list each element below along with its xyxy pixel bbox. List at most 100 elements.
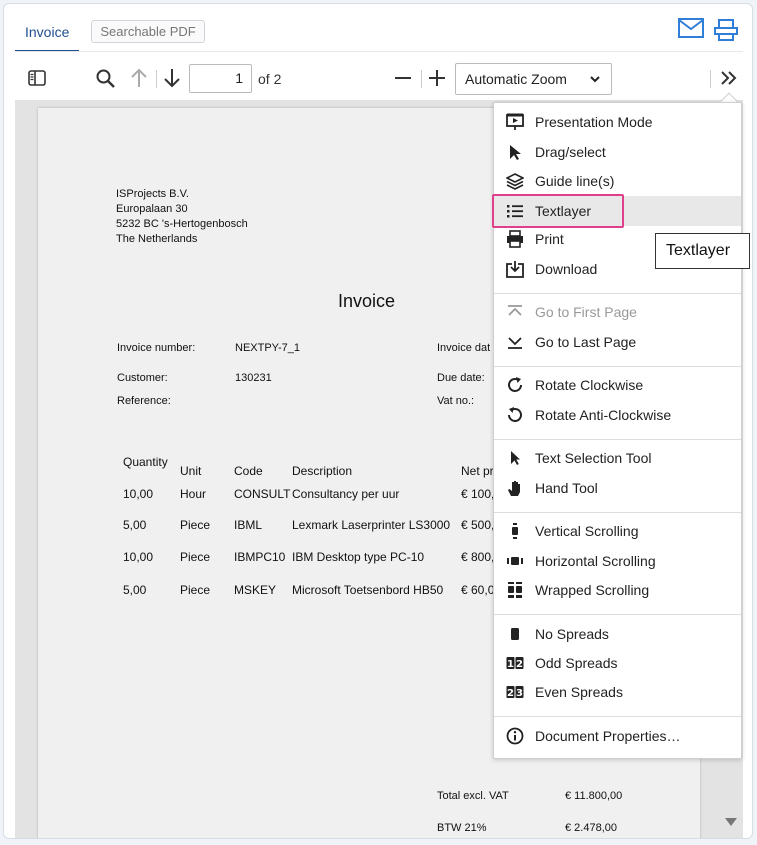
menu-item-label: Vertical Scrolling	[535, 523, 639, 539]
sender-line: The Netherlands	[116, 233, 198, 245]
menu-item-label: Drag/select	[535, 144, 606, 160]
table-header: Code	[234, 464, 263, 478]
zoom-select-value: Automatic Zoom	[465, 71, 567, 87]
zoom-in-button[interactable]	[423, 60, 451, 96]
menu-item-guide-lines[interactable]: Guide line(s)	[494, 166, 741, 196]
menu-separator	[494, 439, 741, 440]
table-cell: MSKEY	[234, 583, 277, 597]
rotate-ccw-icon	[508, 407, 522, 422]
due-date-label: Due date:	[437, 372, 485, 384]
menu-separator	[494, 293, 741, 294]
tab-bar: Invoice Searchable PDF	[15, 18, 205, 52]
table-cell: € 100,	[461, 487, 495, 501]
menu-item-vertical-scrolling[interactable]: Vertical Scrolling	[494, 516, 741, 546]
menu-separator	[494, 614, 741, 615]
page-number-input[interactable]: 1	[189, 64, 252, 93]
viewer-toolbar: 1 of 2 Automatic Zoom	[15, 60, 743, 100]
menu-item-label: Presentation Mode	[535, 114, 653, 130]
table-cell: IBMPC10	[234, 550, 286, 564]
vertical-scroll-icon	[512, 523, 518, 539]
menu-item-label: No Spreads	[535, 626, 609, 642]
table-header: Description	[292, 464, 353, 478]
double-chevron-right-icon	[721, 71, 737, 85]
menu-item-label: Hand Tool	[535, 480, 598, 496]
toolbar-separator	[421, 70, 422, 88]
menu-item-text-selection-tool[interactable]: Text Selection Tool	[494, 443, 741, 473]
menu-item-drag-select[interactable]: Drag/select	[494, 137, 741, 167]
mail-icon[interactable]	[678, 18, 704, 42]
menu-item-rotate-ccw[interactable]: Rotate Anti-Clockwise	[494, 400, 741, 430]
cursor-icon	[510, 145, 521, 160]
table-cell: 10,00	[123, 550, 154, 564]
print-layout-icon[interactable]	[714, 18, 738, 42]
pdf-viewer-panel: Invoice Searchable PDF 1 of 2 Automatic …	[3, 3, 753, 839]
cursor-icon	[511, 451, 520, 465]
menu-item-last-page[interactable]: Go to Last Page	[494, 327, 741, 357]
menu-item-label: Go to Last Page	[535, 334, 637, 350]
menu-separator	[494, 366, 741, 367]
menu-item-label: Go to First Page	[535, 304, 637, 320]
toolbar-separator	[156, 70, 157, 88]
total-excl-vat-value: € 11.800,00	[565, 790, 623, 802]
zoom-select[interactable]: Automatic Zoom	[455, 63, 612, 95]
menu-item-even-spreads[interactable]: 23 Even Spreads	[494, 677, 741, 707]
menu-item-horizontal-scrolling[interactable]: Horizontal Scrolling	[494, 546, 741, 576]
table-header: Quantity	[123, 455, 168, 469]
menu-item-first-page[interactable]: Go to First Page	[494, 297, 741, 327]
vat-label: Vat no.:	[437, 395, 475, 407]
menu-item-odd-spreads[interactable]: 12 Odd Spreads	[494, 648, 741, 678]
hand-icon	[508, 481, 520, 496]
sidebar-toggle-button[interactable]	[23, 60, 51, 96]
menu-item-document-properties[interactable]: Document Properties…	[494, 721, 741, 751]
sidebar-icon	[28, 70, 46, 86]
tools-menu-button[interactable]	[715, 60, 743, 96]
tooltip: Textlayer	[655, 233, 750, 269]
next-page-button[interactable]	[158, 60, 186, 96]
zoom-out-button[interactable]	[389, 60, 417, 96]
menu-item-label: Guide line(s)	[535, 173, 615, 189]
tab-invoice[interactable]: Invoice	[15, 18, 80, 52]
previous-page-button[interactable]	[125, 60, 153, 96]
textlayer-highlight-box	[492, 194, 624, 228]
table-header: Net pr	[461, 464, 494, 478]
arrow-down-icon	[164, 69, 180, 88]
sender-line: 5232 BC 's-Hertogenbosch	[116, 218, 248, 230]
menu-item-label: Even Spreads	[535, 684, 623, 700]
menu-separator	[494, 512, 741, 513]
menu-item-label: Horizontal Scrolling	[535, 553, 656, 569]
tab-searchable-pdf[interactable]: Searchable PDF	[91, 20, 205, 43]
rotate-cw-icon	[508, 377, 522, 392]
table-cell: 5,00	[123, 518, 147, 532]
table-header: Unit	[180, 464, 202, 478]
menu-item-hand-tool[interactable]: Hand Tool	[494, 473, 741, 503]
svg-text:3: 3	[516, 688, 523, 699]
table-cell: 10,00	[123, 487, 154, 501]
scroll-down-arrow[interactable]	[725, 818, 737, 826]
last-page-icon	[508, 337, 522, 349]
sender-line: Europalaan 30	[116, 203, 188, 215]
download-icon	[506, 261, 524, 278]
plus-icon	[429, 70, 445, 86]
table-cell: IBML	[234, 518, 263, 532]
menu-item-presentation-mode[interactable]: Presentation Mode	[494, 107, 741, 137]
find-button[interactable]	[91, 60, 119, 96]
table-cell: Microsoft Toetsenbord HB50	[292, 583, 444, 597]
menu-item-wrapped-scrolling[interactable]: Wrapped Scrolling	[494, 575, 741, 605]
arrow-up-icon	[131, 68, 147, 87]
odd-spreads-icon: 12	[506, 657, 524, 670]
invoice-number-label: Invoice number:	[117, 342, 196, 354]
info-icon	[506, 727, 524, 745]
table-cell: 5,00	[123, 583, 147, 597]
table-cell: IBM Desktop type PC-10	[292, 550, 425, 564]
vat-amount-label: BTW 21%	[437, 822, 487, 834]
invoice-number-value: NEXTPY-7_1	[235, 342, 301, 354]
svg-text:1: 1	[507, 659, 514, 670]
total-excl-vat-label: Total excl. VAT	[437, 790, 509, 802]
tab-divider	[15, 51, 743, 52]
toolbar-separator	[710, 70, 711, 88]
sender-line: ISProjects B.V.	[116, 188, 189, 200]
horizontal-scroll-icon	[507, 557, 523, 565]
table-cell: € 500,	[461, 518, 495, 532]
menu-item-rotate-cw[interactable]: Rotate Clockwise	[494, 370, 741, 400]
menu-item-no-spreads[interactable]: No Spreads	[494, 619, 741, 649]
